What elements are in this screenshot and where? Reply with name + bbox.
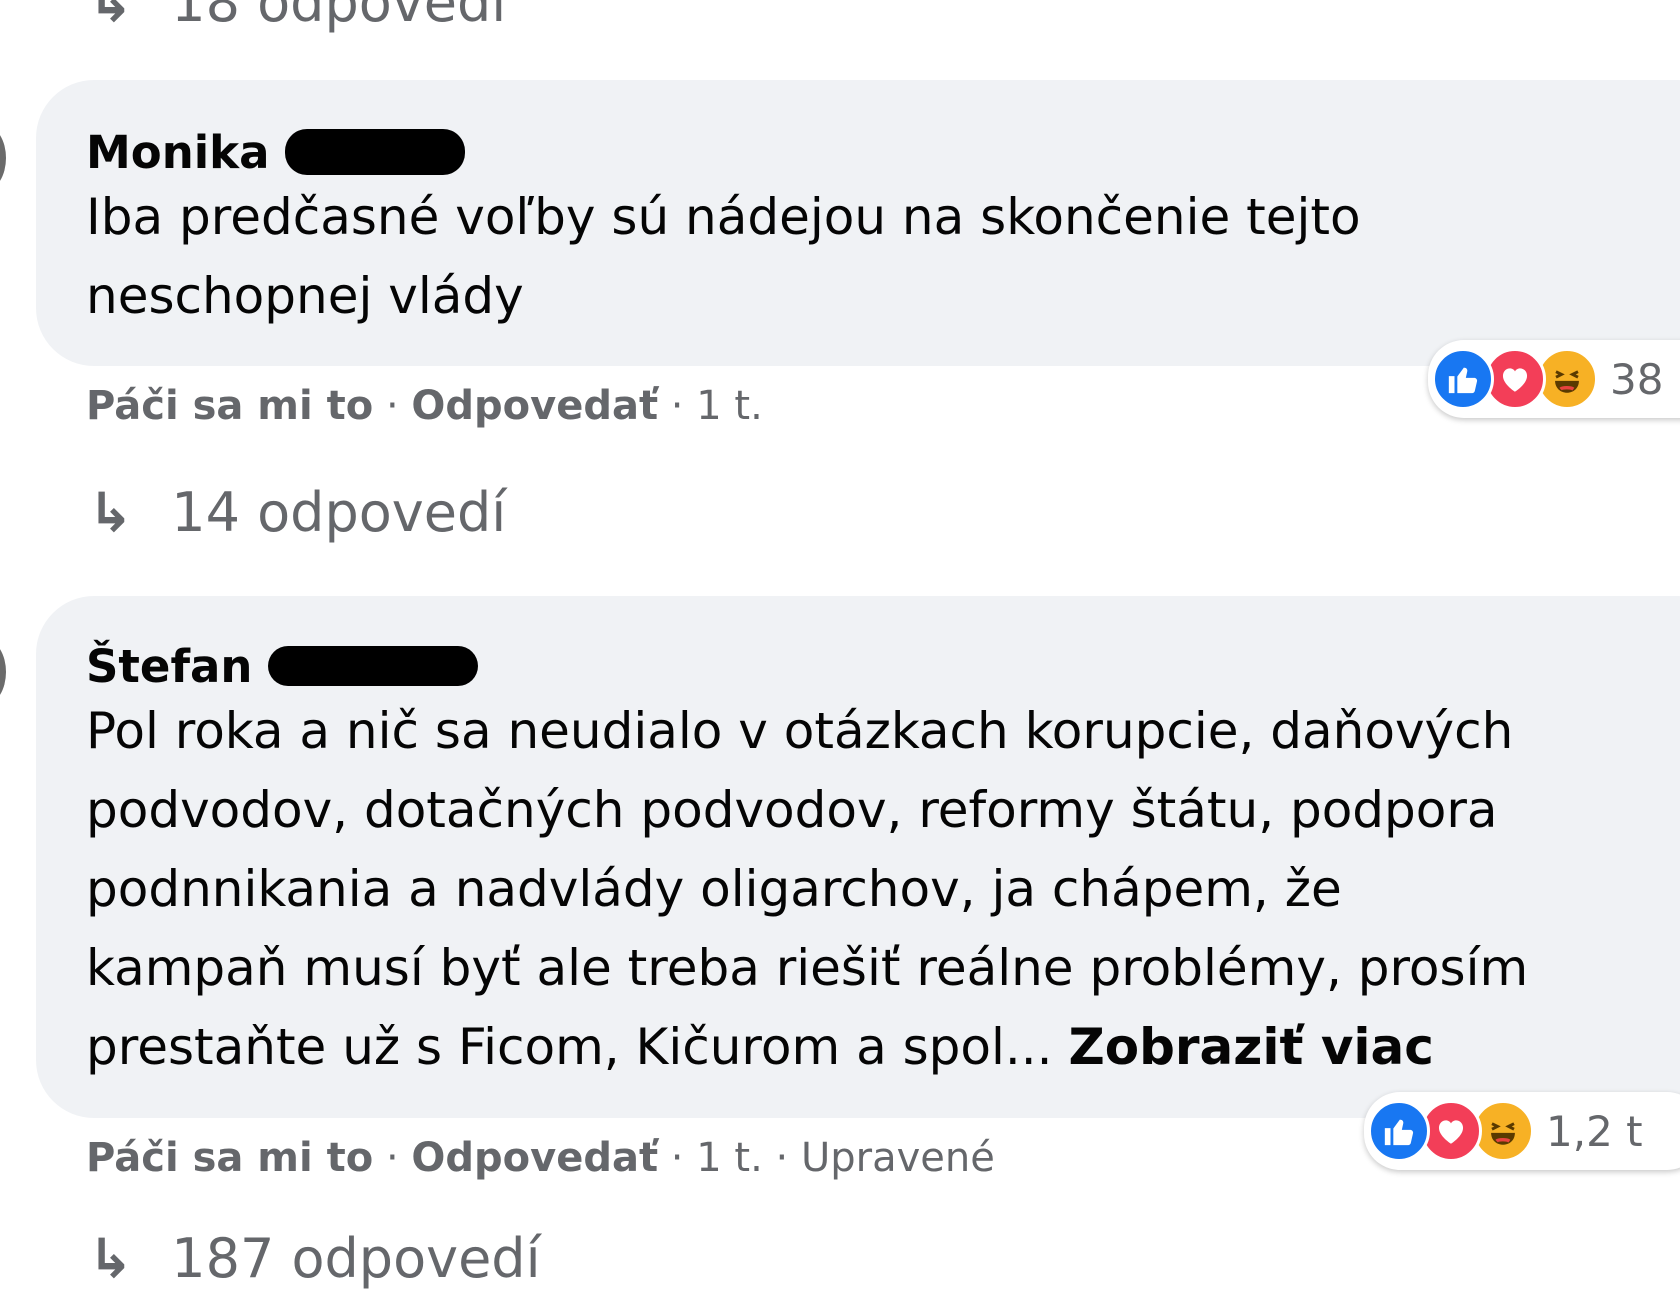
separator: ·: [658, 383, 697, 429]
edited-label[interactable]: Upravené: [801, 1135, 995, 1181]
see-more-link[interactable]: Zobraziť viac: [1068, 1018, 1433, 1076]
avatar[interactable]: [0, 126, 6, 190]
replies-count: 14 odpovedí: [171, 481, 507, 544]
reaction-count: 1,2 t: [1546, 1106, 1643, 1156]
reply-arrow-icon: ↳: [88, 1227, 134, 1290]
reply-button[interactable]: Odpovedať: [411, 383, 658, 429]
replies-count: 187 odpovedí: [171, 1227, 541, 1290]
like-button[interactable]: Páči sa mi to: [86, 383, 373, 429]
reaction-count: 38: [1610, 354, 1664, 404]
reactions-summary[interactable]: 38: [1428, 340, 1680, 418]
comment-text: Pol roka a nič sa neudialo v otázkach ko…: [86, 702, 1529, 1076]
comment-actions: Páči sa mi to · Odpovedať · 1 t.: [86, 386, 763, 426]
reply-button[interactable]: Odpovedať: [411, 1135, 658, 1181]
comment-author[interactable]: Štefan: [86, 644, 479, 690]
reply-arrow-icon: ↳: [88, 481, 134, 544]
comment-text: Iba predčasné voľby sú nádejou na skonče…: [86, 188, 1361, 325]
separator: ·: [762, 1135, 801, 1181]
redaction-mark: [285, 129, 466, 175]
separator: ·: [373, 1135, 412, 1181]
comment-timestamp[interactable]: 1 t.: [696, 383, 763, 429]
replies-link[interactable]: ↳ 187 odpovedí: [88, 1232, 541, 1286]
comment-timestamp[interactable]: 1 t.: [696, 1135, 763, 1181]
reply-arrow-icon: ↳: [88, 0, 134, 34]
separator: ·: [373, 383, 412, 429]
replies-link[interactable]: ↳ 14 odpovedí: [88, 486, 506, 540]
comment-author[interactable]: Monika: [86, 129, 466, 179]
like-reaction-icon: [1432, 348, 1494, 410]
replies-link-top[interactable]: ↳ 18 odpovedí: [88, 0, 506, 30]
reactions-summary[interactable]: 1,2 t: [1364, 1092, 1680, 1170]
comment-actions: Páči sa mi to · Odpovedať · 1 t. · Uprav…: [86, 1138, 995, 1178]
separator: ·: [658, 1135, 697, 1181]
like-button[interactable]: Páči sa mi to: [86, 1135, 373, 1181]
redaction-mark: [268, 646, 479, 686]
like-reaction-icon: [1368, 1100, 1430, 1162]
replies-count: 18 odpovedí: [171, 0, 507, 34]
avatar[interactable]: [0, 640, 6, 704]
